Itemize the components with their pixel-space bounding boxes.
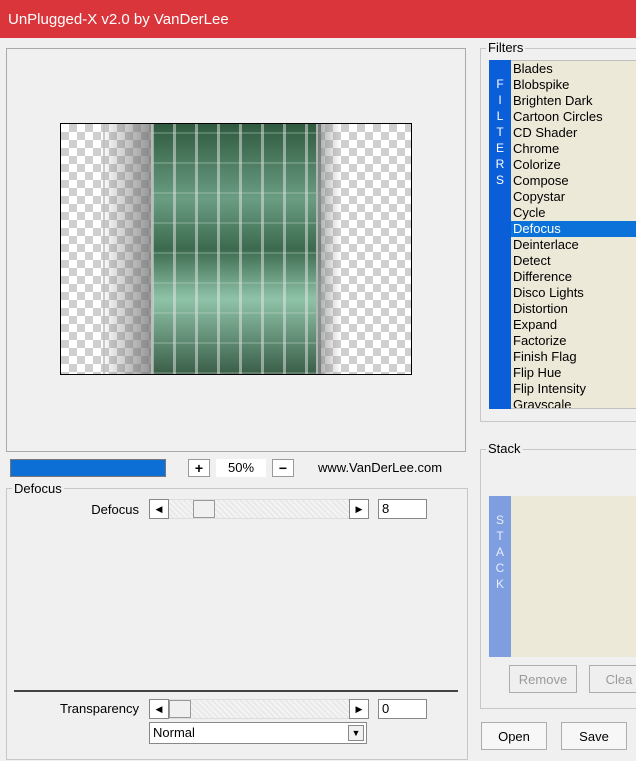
sidebar-letter: F bbox=[496, 77, 504, 91]
defocus-label: Defocus bbox=[91, 502, 139, 517]
filter-item[interactable]: Deinterlace bbox=[511, 237, 636, 253]
blend-mode-select[interactable]: Normal ▼ bbox=[149, 722, 367, 744]
transparency-label: Transparency bbox=[60, 701, 139, 716]
zoom-in-button[interactable]: + bbox=[188, 459, 210, 477]
progress-fill bbox=[11, 460, 165, 476]
sidebar-letter: K bbox=[495, 577, 504, 591]
save-button[interactable]: Save bbox=[561, 722, 627, 750]
clear-button[interactable]: Clea bbox=[589, 665, 636, 693]
sidebar-letter: E bbox=[495, 141, 504, 155]
slider-right-arrow-icon[interactable]: ▶ bbox=[349, 699, 369, 719]
slider-track[interactable] bbox=[169, 699, 349, 719]
remove-button[interactable]: Remove bbox=[509, 665, 577, 693]
slider-thumb[interactable] bbox=[193, 500, 215, 518]
filter-item[interactable]: Difference bbox=[511, 269, 636, 285]
filter-item[interactable]: Cycle bbox=[511, 205, 636, 221]
sidebar-letter: R bbox=[495, 157, 505, 171]
image-line bbox=[103, 124, 105, 374]
defocus-params-group bbox=[6, 488, 468, 760]
slider-thumb[interactable] bbox=[169, 700, 191, 718]
image-line bbox=[316, 124, 318, 374]
window-title: UnPlugged-X v2.0 by VanDerLee bbox=[8, 10, 229, 28]
sidebar-letter: I bbox=[498, 93, 502, 107]
filter-item[interactable]: Blades bbox=[511, 61, 636, 77]
open-button[interactable]: Open bbox=[481, 722, 547, 750]
filter-item[interactable]: Factorize bbox=[511, 333, 636, 349]
filter-item[interactable]: Colorize bbox=[511, 157, 636, 173]
stack-list[interactable] bbox=[511, 496, 636, 657]
website-link[interactable]: www.VanDerLee.com bbox=[318, 459, 442, 477]
filter-item[interactable]: Disco Lights bbox=[511, 285, 636, 301]
sidebar-letter: C bbox=[495, 561, 505, 575]
filter-item[interactable]: Cartoon Circles bbox=[511, 109, 636, 125]
preview-image[interactable] bbox=[60, 123, 412, 375]
filter-item[interactable]: Detect bbox=[511, 253, 636, 269]
chevron-down-icon[interactable]: ▼ bbox=[348, 725, 364, 741]
filter-item[interactable]: Expand bbox=[511, 317, 636, 333]
image-shadow-left bbox=[101, 124, 156, 374]
stack-sidebar-tab[interactable]: STACK bbox=[489, 496, 511, 657]
sidebar-letter: T bbox=[496, 529, 504, 543]
divider bbox=[14, 690, 458, 692]
transparency-slider[interactable]: ◀ ▶ bbox=[149, 699, 369, 719]
stack-group-label: Stack bbox=[486, 441, 523, 456]
filter-item[interactable]: Compose bbox=[511, 173, 636, 189]
filters-group-label: Filters bbox=[486, 40, 526, 55]
image-shadow-right bbox=[316, 124, 341, 374]
render-progress-bar bbox=[10, 459, 166, 477]
filter-item[interactable]: Defocus bbox=[511, 221, 636, 237]
sidebar-letter: T bbox=[496, 125, 504, 139]
sidebar-letter: S bbox=[495, 173, 504, 187]
image-content bbox=[151, 124, 321, 374]
zoom-level: 50% bbox=[216, 459, 266, 477]
filter-item[interactable]: Blobspike bbox=[511, 77, 636, 93]
filter-item[interactable]: Copystar bbox=[511, 189, 636, 205]
sidebar-letter: L bbox=[496, 109, 504, 123]
filter-item[interactable]: Distortion bbox=[511, 301, 636, 317]
slider-track[interactable] bbox=[169, 499, 349, 519]
blend-mode-value: Normal bbox=[153, 725, 195, 740]
filters-sidebar-tab[interactable]: FILTERS bbox=[489, 60, 511, 409]
filter-item[interactable]: Flip Intensity bbox=[511, 381, 636, 397]
slider-left-arrow-icon[interactable]: ◀ bbox=[149, 699, 169, 719]
params-group-label: Defocus bbox=[12, 481, 64, 496]
zoom-out-button[interactable]: − bbox=[272, 459, 294, 477]
filter-list[interactable]: Blades Blobspike Brighten Dark Cartoon Circ… bbox=[511, 60, 636, 409]
filter-item[interactable]: Flip Hue bbox=[511, 365, 636, 381]
image-line bbox=[151, 124, 153, 374]
filter-item[interactable]: Grayscale bbox=[511, 397, 636, 408]
title-bar: UnPlugged-X v2.0 by VanDerLee bbox=[0, 0, 636, 38]
defocus-slider[interactable]: ◀ ▶ bbox=[149, 499, 369, 519]
filter-item[interactable]: Finish Flag bbox=[511, 349, 636, 365]
slider-left-arrow-icon[interactable]: ◀ bbox=[149, 499, 169, 519]
filter-item[interactable]: Brighten Dark bbox=[511, 93, 636, 109]
slider-right-arrow-icon[interactable]: ▶ bbox=[349, 499, 369, 519]
sidebar-letter: S bbox=[495, 513, 504, 527]
sidebar-letter: A bbox=[495, 545, 504, 559]
transparency-value-input[interactable]: 0 bbox=[378, 699, 427, 719]
filter-item[interactable]: Chrome bbox=[511, 141, 636, 157]
defocus-value-input[interactable]: 8 bbox=[378, 499, 427, 519]
filter-item[interactable]: CD Shader bbox=[511, 125, 636, 141]
